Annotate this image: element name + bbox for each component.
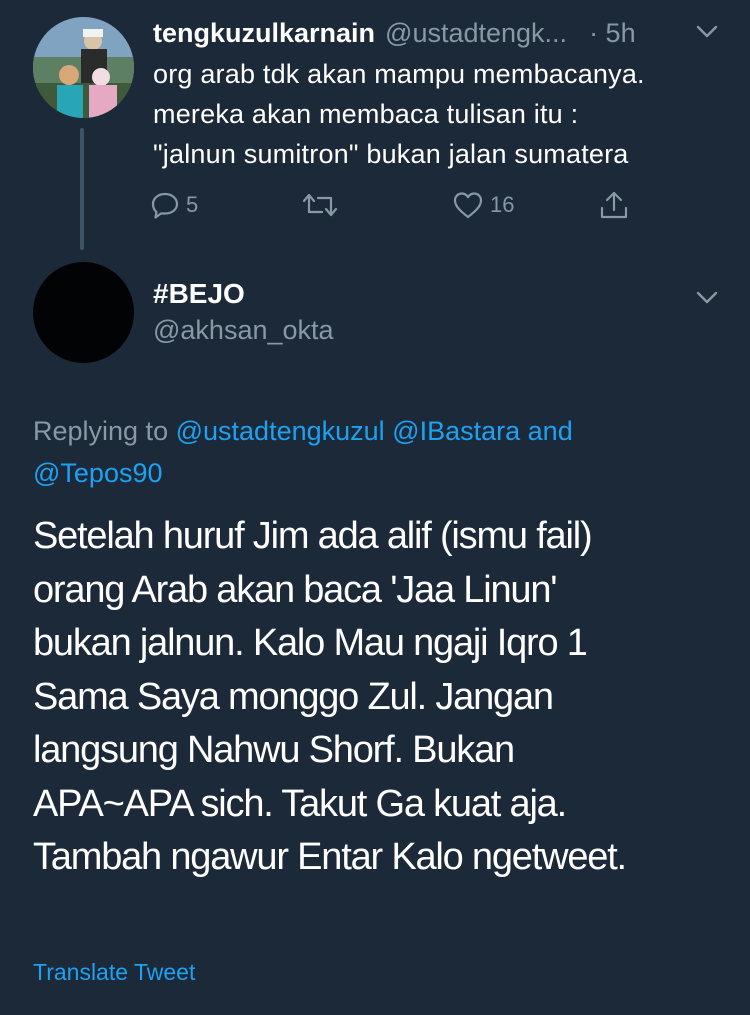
share-icon	[600, 191, 628, 219]
avatar[interactable]	[33, 17, 134, 118]
tweet-actions: 5 16	[150, 183, 650, 227]
reply-count: 5	[186, 192, 199, 217]
retweet-icon	[302, 193, 338, 217]
heart-icon	[453, 192, 483, 219]
user-handle[interactable]: @ustadtengk...	[385, 18, 567, 49]
replying-joiner[interactable]: and	[528, 416, 573, 446]
like-count: 16	[490, 192, 515, 217]
avatar[interactable]	[33, 262, 134, 363]
reply-button[interactable]: 5	[150, 183, 198, 227]
timestamp[interactable]: · 5h	[589, 18, 636, 49]
user-handle[interactable]: @akhsan_okta	[153, 312, 334, 348]
tweet-text: org arab tdk akan mampu membacanya. mere…	[153, 59, 645, 169]
translate-tweet-link[interactable]: Translate Tweet	[33, 955, 195, 989]
like-button[interactable]: 16	[452, 183, 514, 227]
mention-link[interactable]: @IBastara	[392, 416, 520, 446]
replying-to: Replying to @ustadtengkuzul @IBastara an…	[33, 410, 723, 494]
tweet-header: tengkuzulkarnain @ustadtengk... · 5h	[153, 14, 723, 52]
retweet-button[interactable]	[302, 183, 338, 227]
chevron-down-icon[interactable]	[696, 25, 718, 39]
mention-link[interactable]: @ustadtengkuzul	[176, 416, 385, 446]
chevron-down-icon[interactable]	[696, 291, 718, 305]
thread-connector-line	[80, 128, 84, 250]
replying-prefix: Replying to	[33, 416, 169, 446]
display-name[interactable]: tengkuzulkarnain	[153, 18, 375, 49]
display-name[interactable]: #BEJO	[153, 276, 245, 312]
mention-link[interactable]: @Tepos90	[33, 458, 163, 488]
reply-icon	[151, 192, 179, 219]
share-button[interactable]	[598, 183, 630, 227]
tweet-text: Setelah huruf Jim ada alif (ismu fail) o…	[33, 515, 627, 878]
family-photo-avatar-icon	[33, 17, 134, 118]
